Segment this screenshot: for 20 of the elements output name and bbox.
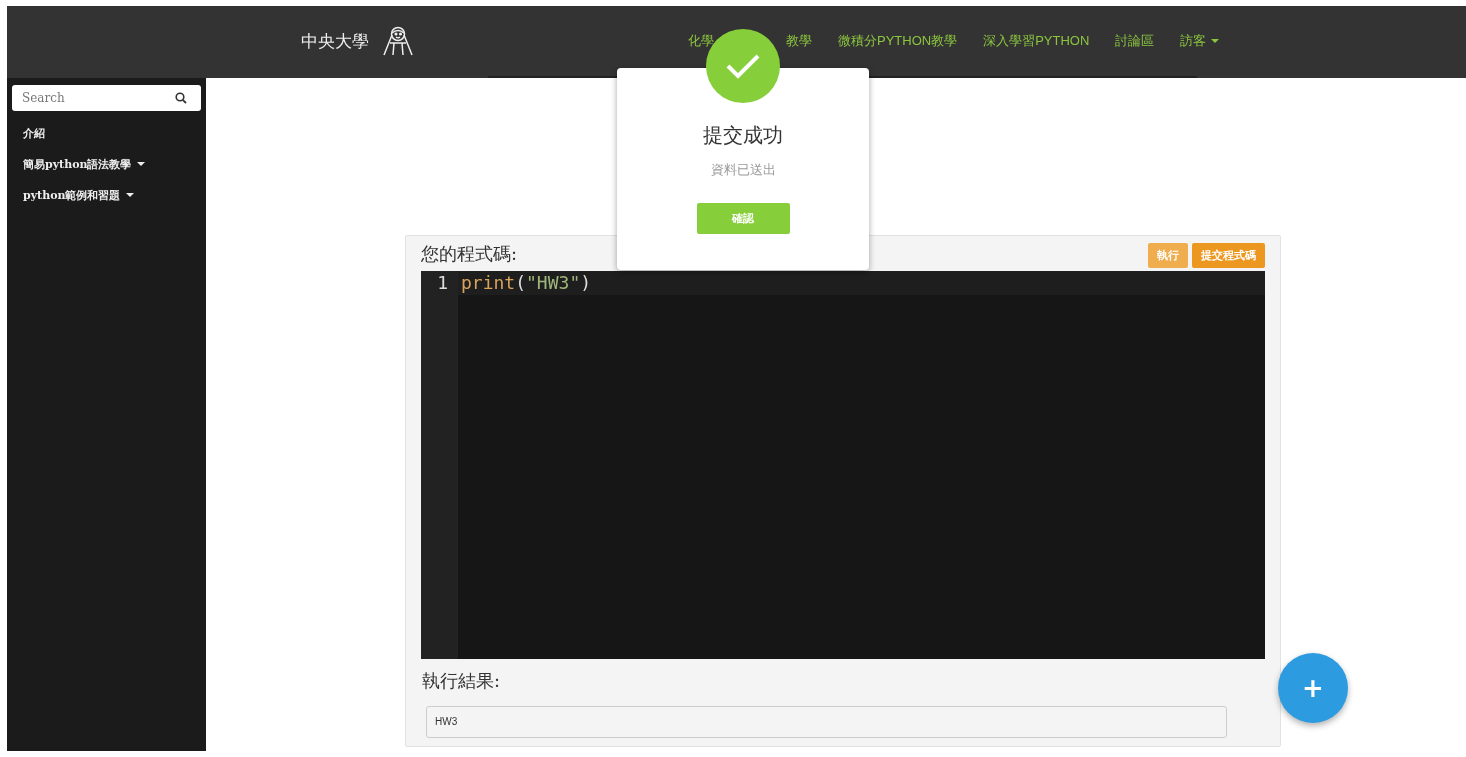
nav-link[interactable]: 化學 教學: [688, 32, 812, 50]
search-field[interactable]: Search: [12, 85, 201, 111]
nav-dropdown[interactable]: 訪客: [1180, 32, 1220, 50]
line-number: 1: [436, 271, 449, 295]
sidebar-item[interactable]: 介紹: [12, 124, 201, 142]
output-field: HW3: [426, 706, 1227, 738]
code-heading: 您的程式碼:: [421, 241, 518, 266]
stick-figure-icon: [381, 25, 415, 57]
sidebar-item[interactable]: 簡易python語法教學: [12, 155, 201, 173]
output-heading: 執行結果:: [422, 669, 502, 693]
caret-icon: [1211, 39, 1220, 43]
nav-link[interactable]: 討論區: [1115, 32, 1155, 50]
sidebar-item[interactable]: python範例和習題: [12, 186, 201, 204]
search-icon[interactable]: [175, 92, 187, 104]
nav-link[interactable]: 深入學習PYTHON: [983, 32, 1090, 50]
dialog-title: 提交成功: [703, 122, 783, 149]
dialog-message: 資料已送出: [710, 161, 776, 179]
code-editor[interactable]: 1 print("HW3"): [421, 271, 1265, 659]
site-brand[interactable]: 中央大學: [301, 29, 369, 53]
nav-link[interactable]: 微積分PYTHON教學: [838, 32, 958, 50]
